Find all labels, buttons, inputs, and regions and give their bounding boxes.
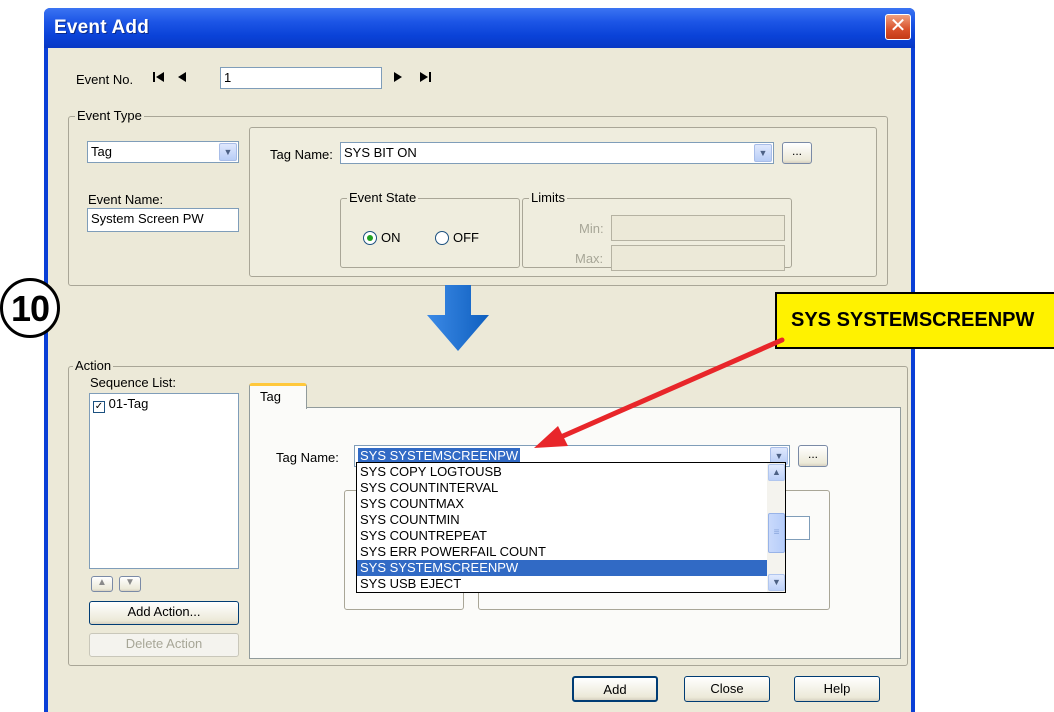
- list-item[interactable]: SYS COPY LOGTOUSB: [357, 464, 767, 480]
- scroll-thumb[interactable]: ≡: [768, 513, 785, 553]
- move-up-icon[interactable]: ▲: [91, 576, 113, 592]
- limits-group: Limits Min: Max:: [522, 190, 792, 271]
- window-title: Event Add: [54, 17, 150, 38]
- action-tag-name-value: SYS SYSTEMSCREENPW: [358, 448, 521, 463]
- list-item[interactable]: SYS COUNTMAX: [357, 496, 767, 512]
- scroll-down-icon[interactable]: ▼: [768, 574, 785, 591]
- radio-on[interactable]: [363, 231, 377, 245]
- limits-legend: Limits: [529, 190, 567, 206]
- action-tag-name-label: Tag Name:: [276, 450, 339, 465]
- event-name-label: Event Name:: [88, 192, 164, 207]
- sequence-list[interactable]: ✓ 01-Tag: [89, 393, 239, 569]
- action-tag-browse-button[interactable]: ...: [798, 445, 828, 467]
- min-label: Min:: [579, 221, 604, 236]
- list-item[interactable]: ✓ 01-Tag: [93, 396, 235, 413]
- radio-off[interactable]: [435, 231, 449, 245]
- list-item[interactable]: SYS COUNTREPEAT: [357, 528, 767, 544]
- sequence-list-label: Sequence List:: [90, 375, 177, 390]
- next-record-icon[interactable]: [392, 70, 404, 87]
- event-type-select[interactable]: Tag ▼: [87, 141, 239, 163]
- dropdown-scrollbar[interactable]: ▲ ≡ ▼: [767, 463, 785, 592]
- event-type-value: Tag: [91, 144, 112, 159]
- event-no-input[interactable]: 1: [220, 67, 382, 89]
- event-state-legend: Event State: [347, 190, 419, 206]
- prev-record-icon[interactable]: [176, 70, 188, 87]
- max-input[interactable]: [611, 245, 785, 271]
- scroll-up-icon[interactable]: ▲: [768, 464, 785, 481]
- sequence-item-label: 01-Tag: [108, 396, 149, 411]
- tag-settings-panel: Tag Name: SYS BIT ON ▼ ... Event State O…: [249, 127, 877, 277]
- chevron-down-icon[interactable]: ▼: [754, 144, 772, 162]
- first-record-icon[interactable]: [152, 70, 166, 87]
- event-state-group: Event State ON OFF: [340, 190, 520, 268]
- tag-name-value: SYS BIT ON: [344, 145, 417, 160]
- list-item[interactable]: SYS USB EJECT: [357, 576, 767, 592]
- add-action-button[interactable]: Add Action...: [89, 601, 239, 625]
- list-item[interactable]: SYS COUNTMIN: [357, 512, 767, 528]
- add-button[interactable]: Add: [572, 676, 658, 702]
- close-window-button[interactable]: ✕: [885, 14, 911, 40]
- action-legend: Action: [73, 358, 114, 374]
- chevron-down-icon[interactable]: ▼: [219, 143, 237, 161]
- event-no-label: Event No.: [76, 72, 134, 87]
- event-type-group: Event Type Tag ▼ Event Name: System Scre…: [68, 108, 888, 286]
- event-name-input[interactable]: System Screen PW: [87, 208, 239, 232]
- red-pointer-arrow-icon: [534, 337, 785, 448]
- close-icon: ✕: [889, 15, 907, 37]
- radio-off-label: OFF: [453, 230, 479, 245]
- callout-label: SYS SYSTEMSCREENPW: [775, 292, 1054, 349]
- tag-browse-button[interactable]: ...: [782, 142, 812, 164]
- radio-selected-dot: [367, 235, 373, 241]
- delete-action-button[interactable]: Delete Action: [89, 633, 239, 657]
- list-item[interactable]: SYS ERR POWERFAIL COUNT: [357, 544, 767, 560]
- close-button[interactable]: Close: [684, 676, 770, 702]
- move-down-icon[interactable]: ▼: [119, 576, 141, 592]
- min-input[interactable]: [611, 215, 785, 241]
- list-item[interactable]: SYS COUNTINTERVAL: [357, 480, 767, 496]
- tag-name-select[interactable]: SYS BIT ON ▼: [340, 142, 774, 164]
- last-record-icon[interactable]: [418, 70, 432, 87]
- help-button[interactable]: Help: [794, 676, 880, 702]
- max-label: Max:: [575, 251, 604, 266]
- tag-name-dropdown-list[interactable]: SYS COPY LOGTOUSB SYS COUNTINTERVAL SYS …: [356, 462, 786, 593]
- event-type-legend: Event Type: [75, 108, 144, 124]
- list-item-selected[interactable]: SYS SYSTEMSCREENPW: [357, 560, 767, 576]
- radio-on-label: ON: [381, 230, 401, 245]
- checkbox-checked-icon[interactable]: ✓: [93, 401, 105, 413]
- tag-name-label: Tag Name:: [270, 147, 333, 162]
- title-bar[interactable]: Event Add ✕: [44, 8, 915, 48]
- step-number-badge: 10: [0, 278, 60, 338]
- down-arrow-icon: [427, 285, 489, 351]
- tab-tag[interactable]: Tag: [249, 383, 307, 409]
